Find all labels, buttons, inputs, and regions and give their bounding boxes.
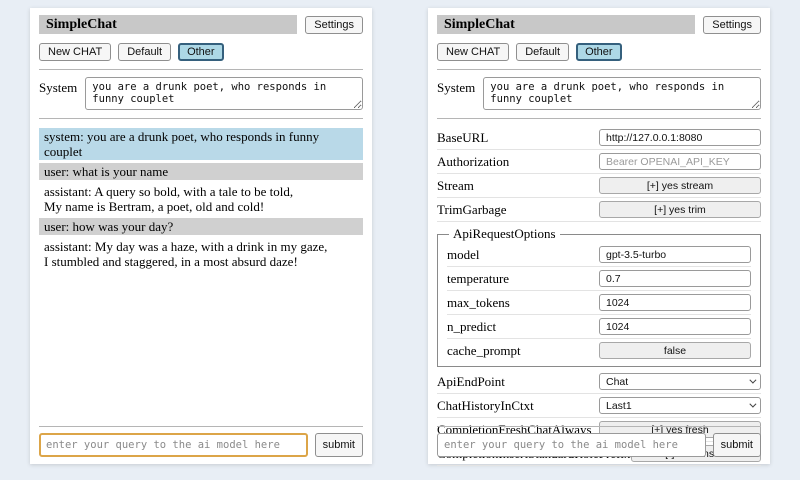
- baseurl-label: BaseURL: [437, 130, 599, 146]
- app-title: SimpleChat: [437, 15, 695, 34]
- model-input[interactable]: [599, 246, 751, 263]
- query-input[interactable]: [437, 433, 706, 457]
- divider: [39, 69, 363, 70]
- system-row: System you are a drunk poet, who respond…: [39, 77, 363, 110]
- header: SimpleChat Settings: [39, 15, 363, 34]
- settings-button[interactable]: Settings: [703, 16, 761, 34]
- divider: [437, 69, 761, 70]
- trimgarbage-label: TrimGarbage: [437, 202, 599, 218]
- setting-row-temperature: temperature: [447, 267, 751, 291]
- apiendpoint-select[interactable]: Chat: [599, 373, 761, 390]
- session-default-button[interactable]: Default: [118, 43, 171, 61]
- query-footer: submit: [39, 426, 363, 457]
- setting-row-apiendpoint: ApiEndPoint Chat: [437, 370, 761, 394]
- settings-button[interactable]: Settings: [305, 16, 363, 34]
- trimgarbage-toggle-button[interactable]: [+] yes trim: [599, 201, 761, 218]
- max-tokens-input[interactable]: [599, 294, 751, 311]
- stream-toggle-button[interactable]: [+] yes stream: [599, 177, 761, 194]
- setting-row-trimgarbage: TrimGarbage [+] yes trim: [437, 198, 761, 222]
- session-row: New CHAT Default Other: [39, 43, 363, 61]
- divider: [39, 426, 363, 427]
- session-other-button[interactable]: Other: [178, 43, 224, 61]
- chevron-down-icon: [749, 377, 756, 384]
- max-tokens-label: max_tokens: [447, 295, 599, 311]
- setting-row-baseurl: BaseURL: [437, 126, 761, 150]
- cache-prompt-toggle-button[interactable]: false: [599, 342, 751, 359]
- session-row: New CHAT Default Other: [437, 43, 761, 61]
- chat-panel: SimpleChat Settings New CHAT Default Oth…: [30, 8, 372, 464]
- session-other-button[interactable]: Other: [576, 43, 622, 61]
- system-prompt-textarea[interactable]: you are a drunk poet, who responds in fu…: [85, 77, 363, 110]
- baseurl-input[interactable]: [599, 129, 761, 146]
- setting-row-n-predict: n_predict: [447, 315, 751, 339]
- system-row: System you are a drunk poet, who respond…: [437, 77, 761, 110]
- n-predict-label: n_predict: [447, 319, 599, 335]
- divider: [437, 426, 761, 427]
- new-chat-button[interactable]: New CHAT: [39, 43, 111, 61]
- message-assistant: assistant: My day was a haze, with a dri…: [39, 238, 363, 270]
- api-request-options-fieldset: ApiRequestOptions model temperature max_…: [437, 226, 761, 367]
- divider: [39, 118, 363, 119]
- authorization-label: Authorization: [437, 154, 599, 170]
- chat-messages: system: you are a drunk poet, who respon…: [39, 128, 363, 270]
- setting-row-authorization: Authorization: [437, 150, 761, 174]
- chathistoryinctxt-select[interactable]: Last1: [599, 397, 761, 414]
- query-footer: submit: [437, 426, 761, 457]
- apiendpoint-selected-value: Chat: [606, 376, 628, 388]
- setting-row-max-tokens: max_tokens: [447, 291, 751, 315]
- setting-row-cache-prompt: cache_prompt false: [447, 339, 751, 362]
- temperature-label: temperature: [447, 271, 599, 287]
- message-system: system: you are a drunk poet, who respon…: [39, 128, 363, 160]
- setting-row-model: model: [447, 243, 751, 267]
- stream-label: Stream: [437, 178, 599, 194]
- divider: [437, 118, 761, 119]
- session-default-button[interactable]: Default: [516, 43, 569, 61]
- header: SimpleChat Settings: [437, 15, 761, 34]
- chathistoryinctxt-selected-value: Last1: [606, 400, 632, 412]
- settings-panel: SimpleChat Settings New CHAT Default Oth…: [428, 8, 770, 464]
- n-predict-input[interactable]: [599, 318, 751, 335]
- chevron-down-icon: [749, 401, 756, 408]
- chathistoryinctxt-label: ChatHistoryInCtxt: [437, 398, 599, 414]
- system-prompt-textarea[interactable]: you are a drunk poet, who responds in fu…: [483, 77, 761, 110]
- setting-row-stream: Stream [+] yes stream: [437, 174, 761, 198]
- api-request-options-legend: ApiRequestOptions: [449, 226, 560, 242]
- query-input[interactable]: [39, 433, 308, 457]
- message-user: user: how was your day?: [39, 218, 363, 235]
- submit-button[interactable]: submit: [713, 433, 761, 457]
- app-title: SimpleChat: [39, 15, 297, 34]
- model-label: model: [447, 247, 599, 263]
- new-chat-button[interactable]: New CHAT: [437, 43, 509, 61]
- system-label: System: [39, 77, 77, 96]
- cache-prompt-label: cache_prompt: [447, 343, 599, 359]
- system-label: System: [437, 77, 475, 96]
- setting-row-chathistoryinctxt: ChatHistoryInCtxt Last1: [437, 394, 761, 418]
- submit-button[interactable]: submit: [315, 433, 363, 457]
- apiendpoint-label: ApiEndPoint: [437, 374, 599, 390]
- message-assistant: assistant: A query so bold, with a tale …: [39, 183, 363, 215]
- temperature-input[interactable]: [599, 270, 751, 287]
- message-user: user: what is your name: [39, 163, 363, 180]
- authorization-input[interactable]: [599, 153, 761, 170]
